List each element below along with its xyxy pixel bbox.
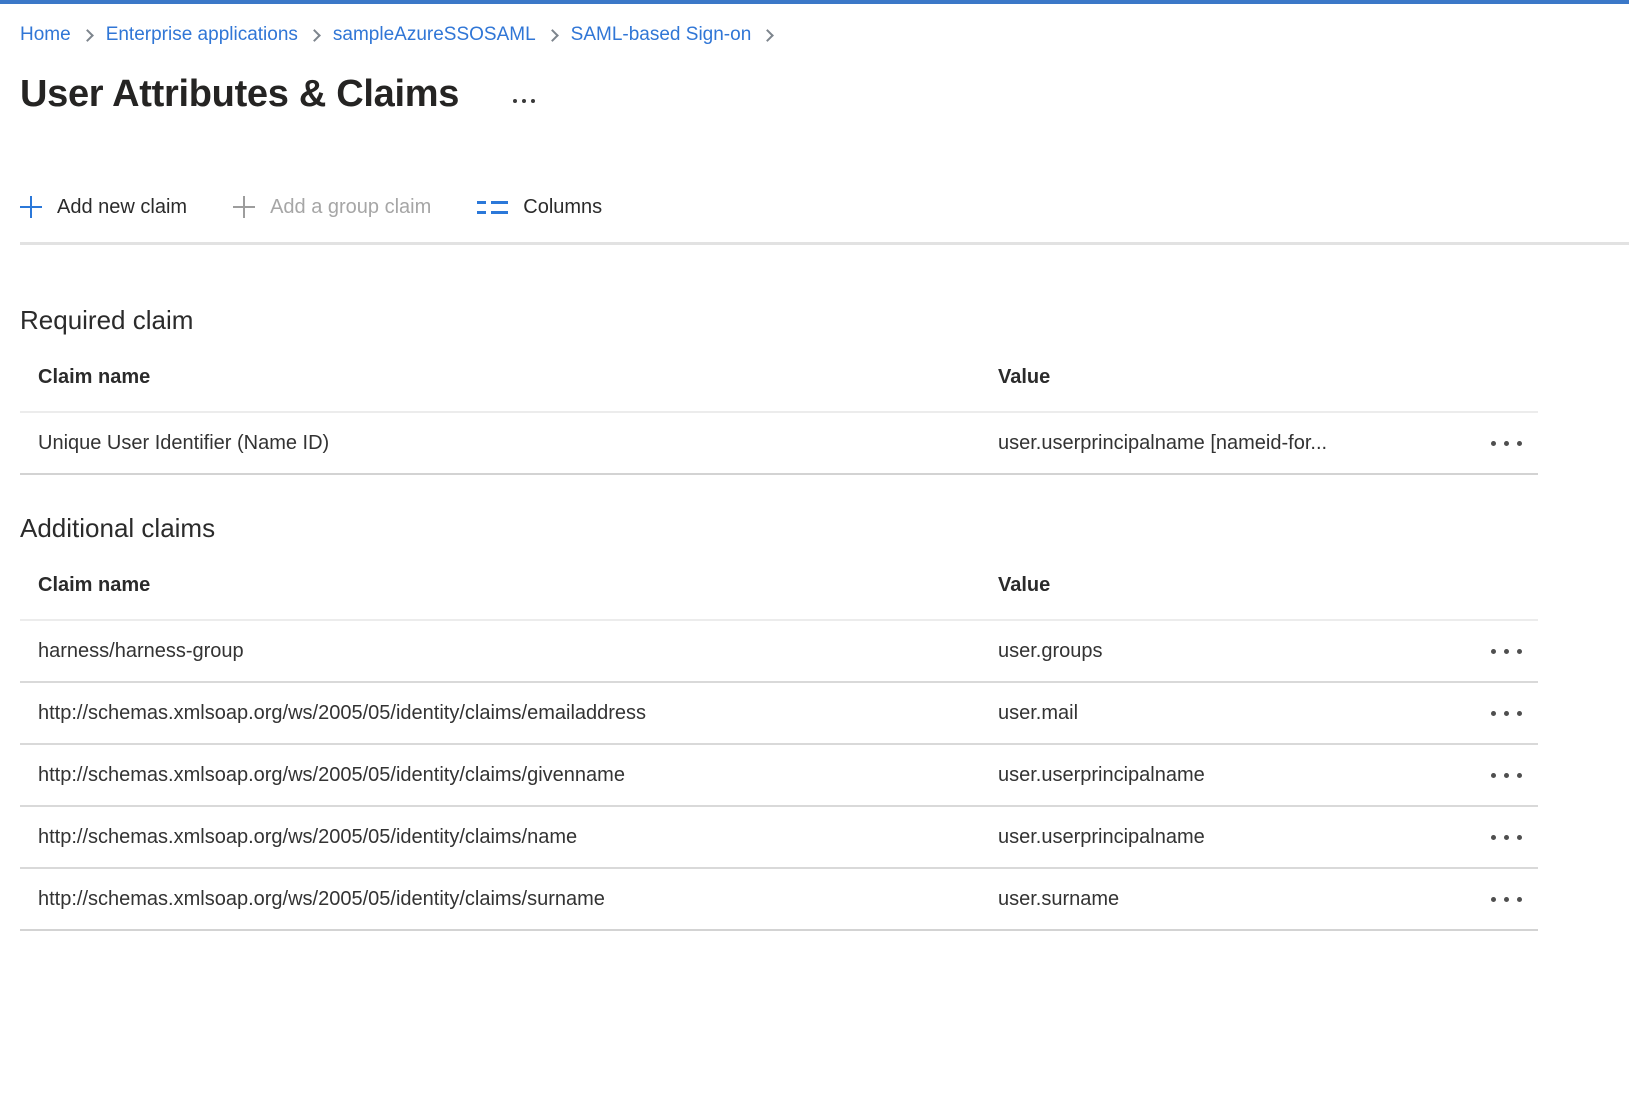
table-header-row: Claim name Value xyxy=(20,366,1538,413)
breadcrumb-item-sampleazuressosaml[interactable]: sampleAzureSSOSAML xyxy=(333,24,536,46)
claim-name-cell: harness/harness-group xyxy=(20,640,998,663)
breadcrumb-item-saml-based-sign-on[interactable]: SAML-based Sign-on xyxy=(571,24,752,46)
user-attributes-claims-page: Home Enterprise applications sampleAzure… xyxy=(0,24,1629,931)
portal-top-accent-bar xyxy=(0,0,1629,4)
title-more-menu-button[interactable] xyxy=(507,93,541,109)
table-row[interactable]: http://schemas.xmlsoap.org/ws/2005/05/id… xyxy=(20,745,1538,807)
table-row[interactable]: http://schemas.xmlsoap.org/ws/2005/05/id… xyxy=(20,869,1538,931)
chevron-right-icon xyxy=(308,29,321,42)
claim-value-cell: user.userprincipalname [nameid-for... xyxy=(998,432,1464,455)
claim-name-cell: http://schemas.xmlsoap.org/ws/2005/05/id… xyxy=(20,888,998,911)
row-context-menu-button[interactable] xyxy=(1489,767,1524,784)
columns-icon xyxy=(477,201,508,214)
title-row: User Attributes & Claims xyxy=(20,68,1629,120)
table-row[interactable]: harness/harness-group user.groups xyxy=(20,621,1538,683)
claim-name-cell: http://schemas.xmlsoap.org/ws/2005/05/id… xyxy=(20,764,998,787)
add-group-claim-label: Add a group claim xyxy=(270,196,431,219)
claim-name-cell: http://schemas.xmlsoap.org/ws/2005/05/id… xyxy=(20,826,998,849)
add-new-claim-button[interactable]: Add new claim xyxy=(20,196,187,219)
claim-name-cell: http://schemas.xmlsoap.org/ws/2005/05/id… xyxy=(20,702,998,725)
chevron-right-icon xyxy=(761,29,774,42)
row-context-menu-button[interactable] xyxy=(1489,891,1524,908)
value-column-header: Value xyxy=(998,574,1464,597)
table-header-row: Claim name Value xyxy=(20,574,1538,621)
additional-claims-heading: Additional claims xyxy=(20,513,1629,544)
chevron-right-icon xyxy=(81,29,94,42)
columns-button[interactable]: Columns xyxy=(477,196,602,219)
row-context-menu-button[interactable] xyxy=(1489,829,1524,846)
value-column-header: Value xyxy=(998,366,1464,389)
additional-claims-table: Claim name Value harness/harness-group u… xyxy=(20,574,1538,931)
required-claim-heading: Required claim xyxy=(20,305,1629,336)
row-context-menu-button[interactable] xyxy=(1489,643,1524,660)
row-context-menu-button[interactable] xyxy=(1489,705,1524,722)
claim-name-cell: Unique User Identifier (Name ID) xyxy=(20,432,998,455)
breadcrumb-item-enterprise-applications[interactable]: Enterprise applications xyxy=(106,24,298,46)
ellipsis-icon xyxy=(522,99,526,103)
claim-name-column-header: Claim name xyxy=(20,366,998,389)
required-claim-table: Claim name Value Unique User Identifier … xyxy=(20,366,1538,475)
breadcrumb-item-home[interactable]: Home xyxy=(20,24,71,46)
table-row[interactable]: http://schemas.xmlsoap.org/ws/2005/05/id… xyxy=(20,807,1538,869)
command-bar: Add new claim Add a group claim Columns xyxy=(20,184,1629,230)
chevron-right-icon xyxy=(546,29,559,42)
row-context-menu-button[interactable] xyxy=(1489,435,1524,452)
plus-icon xyxy=(233,196,255,218)
table-row[interactable]: http://schemas.xmlsoap.org/ws/2005/05/id… xyxy=(20,683,1538,745)
columns-label: Columns xyxy=(523,196,602,219)
claim-value-cell: user.surname xyxy=(998,888,1464,911)
table-row[interactable]: Unique User Identifier (Name ID) user.us… xyxy=(20,413,1538,475)
claim-value-cell: user.userprincipalname xyxy=(998,764,1464,787)
claim-name-column-header: Claim name xyxy=(20,574,998,597)
claim-value-cell: user.mail xyxy=(998,702,1464,725)
claim-value-cell: user.groups xyxy=(998,640,1464,663)
page-title: User Attributes & Claims xyxy=(20,73,459,116)
claim-value-cell: user.userprincipalname xyxy=(998,826,1464,849)
ellipsis-icon xyxy=(513,99,517,103)
plus-icon xyxy=(20,196,42,218)
toolbar-divider xyxy=(20,242,1629,245)
add-group-claim-button[interactable]: Add a group claim xyxy=(233,196,431,219)
add-new-claim-label: Add new claim xyxy=(57,196,187,219)
ellipsis-icon xyxy=(531,99,535,103)
breadcrumb: Home Enterprise applications sampleAzure… xyxy=(20,24,1629,46)
